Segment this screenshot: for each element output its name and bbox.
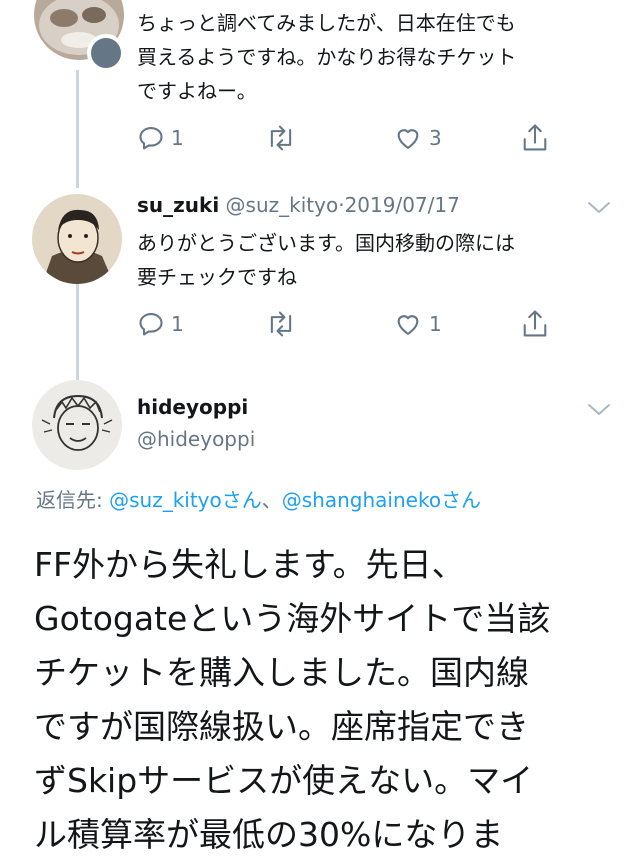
chevron-down-icon[interactable] — [586, 402, 612, 418]
like-button[interactable]: 3 — [393, 118, 442, 158]
tweet1-text: ちょっと調べてみましたが、日本在住でも 買えるようですね。かなりお得なチケット … — [137, 6, 516, 108]
main-tweet-handle: @hideyoppi — [137, 427, 255, 451]
tweet2-line: 要チェックですね — [137, 265, 297, 289]
retweet-icon — [270, 311, 292, 337]
sketch-portrait — [32, 380, 122, 470]
share-icon — [523, 310, 547, 337]
reply-icon — [139, 127, 163, 150]
reply-icon — [139, 313, 163, 336]
reply-count: 1 — [171, 126, 184, 150]
retweet-button[interactable] — [265, 304, 303, 344]
tweet2-line: ありがとうございます。国内移動の際には — [137, 231, 515, 255]
ukiyoe-portrait — [32, 194, 122, 284]
tweet1-line: 買えるようですね。かなりお得なチケット — [137, 45, 517, 69]
share-button[interactable] — [521, 304, 549, 344]
main-tweet-line: ですが国際線扱い。座席指定でき — [34, 707, 529, 746]
reply-button[interactable]: 1 — [137, 118, 184, 158]
mention-link[interactable]: @shanghainekoさん — [282, 488, 481, 512]
mention-link[interactable]: @suz_kityoさん — [109, 488, 262, 512]
tweet2-actions: 1 1 — [137, 304, 557, 344]
thread-line-top — [76, 70, 79, 188]
like-icon — [397, 129, 419, 149]
like-count: 1 — [429, 312, 442, 336]
reply-to-line: 返信先: @suz_kityoさん、@shanghainekoさん — [36, 484, 481, 513]
tweet2-header: su_zuki @suz_kityo·2019/07/17 — [137, 193, 460, 217]
mention-separator: 、 — [261, 488, 282, 512]
main-tweet-line: ずSkipサービスが使えない。マイ — [34, 761, 534, 800]
like-count: 3 — [429, 126, 442, 150]
main-tweet-line: FF外から失礼します。先日、 — [34, 545, 465, 584]
tweet1-line: ちょっと調べてみましたが、日本在住でも — [137, 11, 516, 35]
online-badge — [87, 34, 125, 72]
main-tweet-text: FF外から失礼します。先日、 Gotogateという海外サイトで当該 チケットを… — [34, 538, 550, 862]
display-name[interactable]: hideyoppi — [137, 395, 248, 419]
tweet1-line: ですよねー。 — [137, 79, 257, 103]
main-tweet-line: チケットを購入しました。国内線 — [34, 653, 529, 692]
reply-count: 1 — [171, 312, 184, 336]
reply-to-label: 返信先: — [36, 488, 103, 512]
retweet-icon — [270, 125, 292, 151]
retweet-button[interactable] — [265, 118, 303, 158]
handle[interactable]: @suz_kityo — [226, 193, 339, 217]
like-icon — [397, 315, 419, 335]
tweet-date[interactable]: 2019/07/17 — [345, 193, 460, 217]
share-button[interactable] — [521, 118, 549, 158]
tweet2-text: ありがとうございます。国内移動の際には 要チェックですね — [137, 226, 515, 294]
main-tweet-line: ル積算率が最低の30%になりま — [34, 815, 504, 854]
handle[interactable]: @hideyoppi — [137, 427, 255, 451]
share-icon — [523, 124, 547, 151]
avatar-su-zuki[interactable] — [32, 194, 122, 284]
main-tweet-line: Gotogateという海外サイトで当該 — [34, 599, 551, 638]
tweet1-actions: 1 3 — [137, 118, 557, 158]
avatar-hideyoppi[interactable] — [32, 380, 122, 470]
chevron-down-icon[interactable] — [586, 200, 612, 216]
main-tweet-name: hideyoppi — [137, 395, 248, 419]
like-button[interactable]: 1 — [393, 304, 442, 344]
display-name[interactable]: su_zuki — [137, 193, 219, 217]
thread-line-middle — [76, 284, 79, 380]
reply-button[interactable]: 1 — [137, 304, 184, 344]
